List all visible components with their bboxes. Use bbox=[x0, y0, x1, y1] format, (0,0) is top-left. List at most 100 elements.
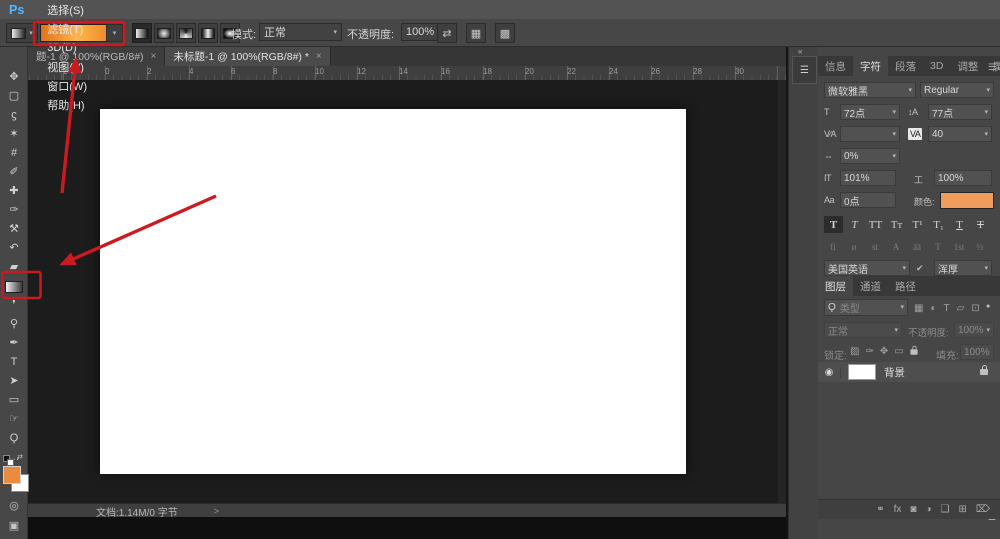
clone-stamp-tool[interactable]: ⚒ bbox=[0, 220, 28, 239]
menu-item[interactable]: 帮助(H) bbox=[36, 95, 98, 114]
panel-tab[interactable]: 通道 bbox=[853, 276, 888, 296]
language-select[interactable]: 美国英语 ▾ bbox=[824, 260, 910, 276]
horizontal-ruler[interactable]: 2024681012141618202224262830 bbox=[28, 66, 786, 81]
panel-tab[interactable]: 信息 bbox=[818, 56, 853, 76]
panel-tab[interactable]: 3D bbox=[923, 56, 950, 76]
baseline-shift-input[interactable]: 0点 bbox=[840, 192, 896, 208]
hand-tool[interactable]: ☞ bbox=[0, 410, 28, 429]
adjustment-layer-icon[interactable]: ◑ bbox=[925, 505, 931, 515]
filter-adjustment-icon[interactable]: ◐ bbox=[930, 303, 936, 314]
font-family-select[interactable]: 微软雅黑 ▾ bbox=[824, 82, 916, 98]
reflected-gradient-button[interactable] bbox=[198, 23, 218, 43]
type-tool[interactable]: T bbox=[0, 353, 28, 372]
opentype-button[interactable]: A bbox=[887, 240, 905, 254]
opentype-button[interactable]: T bbox=[929, 240, 947, 254]
type-style-button[interactable]: T bbox=[971, 216, 990, 233]
visibility-eye-icon[interactable]: ◉ bbox=[818, 367, 841, 378]
leading-select[interactable]: 77点 ▾ bbox=[928, 104, 992, 120]
close-icon[interactable]: × bbox=[316, 51, 322, 62]
menu-item[interactable]: 视图(V) bbox=[36, 57, 98, 76]
opentype-button[interactable]: fi bbox=[824, 240, 842, 254]
quick-mask-button[interactable]: ◎ bbox=[4, 498, 24, 513]
transparency-button[interactable]: ▩ bbox=[495, 23, 515, 43]
radial-gradient-button[interactable] bbox=[154, 23, 174, 43]
filter-smart-icon[interactable]: ⊡ bbox=[971, 303, 979, 314]
menu-item[interactable]: 窗口(W) bbox=[36, 76, 98, 95]
layer-blend-mode-select[interactable]: 正常 ▾ bbox=[824, 322, 902, 338]
opentype-button[interactable]: āā bbox=[908, 240, 926, 254]
type-style-button[interactable]: T bbox=[950, 216, 969, 233]
document-canvas[interactable] bbox=[100, 109, 686, 474]
panel-tab[interactable]: 调整 bbox=[950, 56, 985, 76]
screen-mode-button[interactable]: ▣ bbox=[4, 518, 24, 533]
delete-layer-icon[interactable]: ⌦ bbox=[976, 505, 990, 515]
canvas-area[interactable] bbox=[28, 80, 786, 503]
dither-button[interactable]: ▦ bbox=[466, 23, 486, 43]
linear-gradient-button[interactable] bbox=[132, 23, 152, 43]
tool-preset-picker[interactable]: ▾ bbox=[6, 23, 38, 43]
move-tool[interactable]: ✥ bbox=[0, 68, 28, 87]
kerning-select[interactable]: ▾ bbox=[840, 126, 900, 142]
path-selection-tool[interactable]: ➤ bbox=[0, 372, 28, 391]
layer-effects-icon[interactable]: fx bbox=[894, 505, 902, 515]
history-brush-tool[interactable]: ↶ bbox=[0, 239, 28, 258]
gradient-picker-chevron[interactable]: ▾ bbox=[106, 24, 123, 42]
status-expand-icon[interactable]: > bbox=[214, 506, 219, 516]
filter-shape-icon[interactable]: ▱ bbox=[957, 303, 965, 314]
vertical-scale-input[interactable]: 101% bbox=[840, 170, 896, 186]
opentype-button[interactable]: ½ bbox=[971, 240, 989, 254]
new-group-icon[interactable]: ❑ bbox=[941, 505, 950, 515]
document-tab[interactable]: 未标题-1 @ 100%(RGB/8#) * × bbox=[165, 46, 330, 66]
type-style-button[interactable]: T bbox=[824, 216, 843, 233]
gradient-tool[interactable] bbox=[0, 277, 28, 296]
horizontal-scale-input[interactable]: 100% bbox=[934, 170, 992, 186]
new-layer-icon[interactable]: ⊞ bbox=[958, 505, 966, 515]
lock-transparent-icon[interactable]: ▨ bbox=[850, 346, 859, 357]
vertical-scrollbar[interactable] bbox=[778, 80, 786, 503]
menu-item[interactable]: 滤镜(T) bbox=[36, 19, 98, 38]
panel-tab[interactable]: 段落 bbox=[888, 56, 923, 76]
type-style-button[interactable]: Tᴛ bbox=[887, 216, 906, 233]
menu-item[interactable]: 选择(S) bbox=[36, 0, 98, 19]
fill-select[interactable]: 100% bbox=[960, 344, 994, 360]
proportional-spacing-select[interactable]: 0% ▾ bbox=[840, 148, 900, 164]
panel-tab[interactable]: 路径 bbox=[888, 276, 923, 296]
menu-item[interactable]: 3D(D) bbox=[36, 38, 98, 57]
font-style-select[interactable]: Regular ▾ bbox=[920, 82, 994, 98]
shape-tool[interactable]: ▭ bbox=[0, 391, 28, 410]
type-style-button[interactable]: T bbox=[845, 216, 864, 233]
lock-pixels-icon[interactable]: ✑ bbox=[865, 346, 873, 357]
default-colors-button[interactable] bbox=[3, 455, 15, 465]
lock-all-icon[interactable] bbox=[910, 349, 917, 354]
eyedropper-tool[interactable]: ✐ bbox=[0, 163, 28, 182]
opentype-button[interactable]: st bbox=[866, 240, 884, 254]
tracking-select[interactable]: 40 ▾ bbox=[928, 126, 992, 142]
zoom-tool[interactable]: Ϙ bbox=[0, 429, 28, 448]
lasso-tool[interactable]: ϛ bbox=[0, 106, 28, 125]
brush-panel-button[interactable]: ☰ bbox=[792, 56, 817, 84]
reverse-button[interactable]: ⇄ bbox=[437, 23, 457, 43]
close-icon[interactable]: × bbox=[151, 51, 157, 62]
eraser-tool[interactable]: ▰ bbox=[0, 258, 28, 277]
layer-mask-icon[interactable]: ◙ bbox=[910, 505, 916, 515]
type-style-button[interactable]: T¹ bbox=[908, 216, 927, 233]
blend-mode-select[interactable]: 正常 ▾ bbox=[259, 23, 342, 41]
lock-artboard-icon[interactable]: ▭ bbox=[894, 346, 903, 357]
panel-menu-icon[interactable]: ☰ bbox=[988, 62, 996, 73]
type-style-button[interactable]: T₁ bbox=[929, 216, 948, 233]
filter-type-icon[interactable]: T bbox=[944, 303, 950, 314]
marquee-tool[interactable]: ▢ bbox=[0, 87, 28, 106]
filter-toggle-icon[interactable]: ● bbox=[986, 303, 990, 310]
panel-tab[interactable]: 字符 bbox=[853, 56, 888, 76]
foreground-color-swatch[interactable] bbox=[3, 466, 21, 484]
pen-tool[interactable]: ✒ bbox=[0, 334, 28, 353]
blur-tool[interactable]: ❜ bbox=[0, 296, 28, 315]
magic-wand-tool[interactable]: ✶ bbox=[0, 125, 28, 144]
swap-colors-icon[interactable]: ⇄ bbox=[17, 453, 23, 461]
layer-row-background[interactable]: ◉ 背景 bbox=[818, 362, 1000, 382]
layer-opacity-select[interactable]: 100% ▾ bbox=[954, 322, 994, 338]
layer-thumbnail[interactable] bbox=[848, 364, 876, 380]
opentype-button[interactable]: 1st bbox=[950, 240, 968, 254]
healing-brush-tool[interactable]: ✚ bbox=[0, 182, 28, 201]
layer-filter-select[interactable]: Ϙ 类型 ▾ bbox=[824, 299, 908, 316]
